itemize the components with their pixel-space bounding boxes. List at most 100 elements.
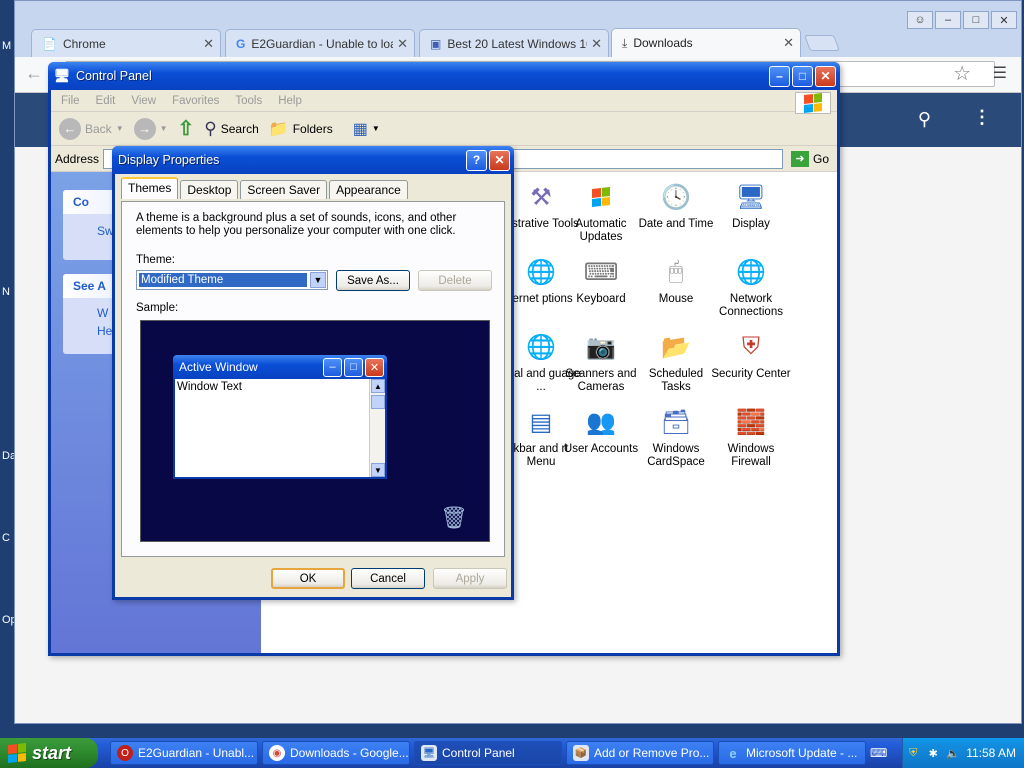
- windows-logo-icon: [8, 743, 26, 763]
- clock[interactable]: 11:58 AM: [966, 746, 1016, 760]
- search-icon[interactable]: ⚲: [918, 109, 931, 130]
- taskbar-item-label: Downloads - Google...: [290, 746, 409, 760]
- back-button[interactable]: ← Back ▼: [59, 117, 124, 140]
- maximize-button[interactable]: □: [792, 65, 813, 87]
- taskbar-item-add-remove[interactable]: 📦 Add or Remove Pro...: [566, 741, 714, 765]
- theme-select-value: Modified Theme: [139, 273, 307, 287]
- tab-downloads[interactable]: ⤓ Downloads ✕: [611, 28, 801, 57]
- cp-item-mouse[interactable]: 🖱 Mouse: [636, 255, 716, 306]
- cp-item-display[interactable]: 🖥 Display: [711, 180, 791, 231]
- dialog-titlebar[interactable]: Display Properties ? ✕: [112, 146, 514, 174]
- menu-edit[interactable]: Edit: [96, 95, 116, 107]
- apply-button[interactable]: Apply: [433, 568, 507, 589]
- more-vert-icon[interactable]: ⋮: [973, 107, 991, 128]
- sample-titlebar: Active Window – □ ✕: [173, 355, 387, 379]
- back-arrow-icon[interactable]: ←: [25, 63, 43, 84]
- folder-icon: 📁: [268, 120, 289, 138]
- bookmark-star-icon[interactable]: ☆: [953, 61, 971, 86]
- network-icon[interactable]: ✱: [926, 746, 940, 760]
- windows-flag-icon: [795, 92, 831, 114]
- menu-favorites[interactable]: Favorites: [172, 95, 219, 107]
- add-remove-icon: 📦: [573, 745, 589, 761]
- ok-button[interactable]: OK: [271, 568, 345, 589]
- tab-strip: 📄 Chrome ✕ G E2Guardian - Unable to load…: [15, 27, 1021, 57]
- menu-tools[interactable]: Tools: [235, 95, 262, 107]
- taskbar-icon: ▤: [529, 408, 553, 436]
- close-icon[interactable]: ✕: [783, 35, 794, 51]
- tab-screen-saver[interactable]: Screen Saver: [240, 180, 328, 199]
- cp-item-windows-cardspace[interactable]: 🗃 Windows CardSpace: [636, 405, 716, 469]
- menu-icon[interactable]: ☰: [993, 63, 1007, 83]
- cp-item-automatic-updates[interactable]: Automatic Updates: [561, 180, 641, 244]
- theme-select[interactable]: Modified Theme ▼: [136, 270, 328, 290]
- taskbar-item-downloads[interactable]: ◉ Downloads - Google...: [262, 741, 410, 765]
- desktop-label: C: [2, 532, 10, 544]
- address-label: Address: [55, 151, 100, 166]
- tab-windows10[interactable]: ▣ Best 20 Latest Windows 10 S ✕: [419, 29, 609, 57]
- shield-icon: ⛨: [742, 333, 760, 360]
- new-tab-button[interactable]: [804, 35, 840, 51]
- folders-label: Folders: [292, 121, 333, 136]
- taskbar-item-label: Microsoft Update - ...: [746, 746, 858, 760]
- close-button[interactable]: ✕: [489, 149, 510, 171]
- cancel-button[interactable]: Cancel: [351, 568, 425, 589]
- help-button[interactable]: ?: [466, 149, 487, 171]
- cp-item-user-accounts[interactable]: 👥 User Accounts: [561, 405, 641, 456]
- chevron-down-icon: ▼: [371, 463, 385, 477]
- cp-item-scheduled-tasks[interactable]: 📂 Scheduled Tasks: [636, 330, 716, 394]
- taskbar-item-microsoft-update[interactable]: e Microsoft Update - ...: [718, 741, 866, 765]
- page-icon: 📄: [42, 36, 57, 51]
- control-panel-icon: 🖥: [53, 68, 71, 83]
- control-panel-titlebar[interactable]: 🖥 Control Panel – □ ✕: [48, 62, 840, 90]
- chevron-down-icon[interactable]: ▼: [310, 272, 326, 288]
- shield-icon: ▣: [430, 36, 442, 51]
- menu-file[interactable]: File: [61, 95, 80, 107]
- taskbar-item-control-panel[interactable]: 🖥 Control Panel: [414, 741, 562, 765]
- cp-item-keyboard[interactable]: ⌨ Keyboard: [561, 255, 641, 306]
- tab-title: E2Guardian - Unable to load: [251, 36, 394, 51]
- taskbar-item-e2guardian[interactable]: O E2Guardian - Unabl...: [110, 741, 258, 765]
- item-label: Scanners and Cameras: [565, 368, 637, 393]
- minimize-button[interactable]: –: [769, 65, 790, 87]
- up-button[interactable]: ⇧: [178, 116, 195, 141]
- forward-button[interactable]: → ▼: [133, 117, 168, 140]
- close-icon[interactable]: ✕: [203, 36, 214, 52]
- security-shield-icon[interactable]: ⛨: [906, 746, 920, 760]
- menu-help[interactable]: Help: [278, 95, 302, 107]
- google-icon: G: [236, 36, 246, 51]
- tab-appearance[interactable]: Appearance: [329, 180, 408, 199]
- volume-icon[interactable]: 🔈: [946, 746, 960, 760]
- save-as-button[interactable]: Save As...: [336, 270, 410, 291]
- tab-e2guardian[interactable]: G E2Guardian - Unable to load ✕: [225, 29, 415, 57]
- menu-view[interactable]: View: [131, 95, 156, 107]
- windows-logo: [804, 93, 822, 113]
- cp-item-security-center[interactable]: ⛨ Security Center: [711, 330, 791, 381]
- ie-icon: e: [729, 745, 737, 761]
- delete-button[interactable]: Delete: [418, 270, 492, 291]
- folders-button[interactable]: 📁 Folders: [269, 119, 333, 139]
- keyboard-icon: ⌨: [583, 258, 619, 286]
- go-button[interactable]: ➜ Go: [790, 150, 829, 167]
- close-icon[interactable]: ✕: [397, 36, 408, 52]
- start-button[interactable]: start: [0, 738, 98, 768]
- cp-item-date-and-time[interactable]: 🕓 Date and Time: [636, 180, 716, 231]
- network-icon: 🌐: [736, 258, 766, 286]
- firewall-icon: 🧱: [736, 408, 766, 436]
- taskbar-item-label: Add or Remove Pro...: [594, 746, 710, 760]
- cp-item-scanners-and-cameras[interactable]: 📷 Scanners and Cameras: [561, 330, 641, 394]
- chevron-down-icon: ▼: [159, 124, 168, 133]
- cp-item-network-connections[interactable]: 🌐 Network Connections: [711, 255, 791, 319]
- close-icon[interactable]: ✕: [591, 36, 602, 52]
- cp-item-windows-firewall[interactable]: 🧱 Windows Firewall: [711, 405, 791, 469]
- tab-desktop[interactable]: Desktop: [180, 180, 239, 199]
- tab-chrome[interactable]: 📄 Chrome ✕: [31, 29, 221, 57]
- desktop-label: M: [2, 40, 12, 52]
- views-button[interactable]: ▦ ▼: [353, 119, 380, 139]
- keyboard-icon[interactable]: ⌨: [870, 746, 887, 760]
- tab-themes[interactable]: Themes: [121, 177, 179, 199]
- item-label: Display: [732, 218, 770, 230]
- search-button[interactable]: ⚲ Search: [204, 119, 258, 139]
- control-panel-icon: 🖥: [421, 745, 437, 761]
- close-button[interactable]: ✕: [815, 65, 836, 87]
- taskbar-item-label: Control Panel: [442, 746, 515, 760]
